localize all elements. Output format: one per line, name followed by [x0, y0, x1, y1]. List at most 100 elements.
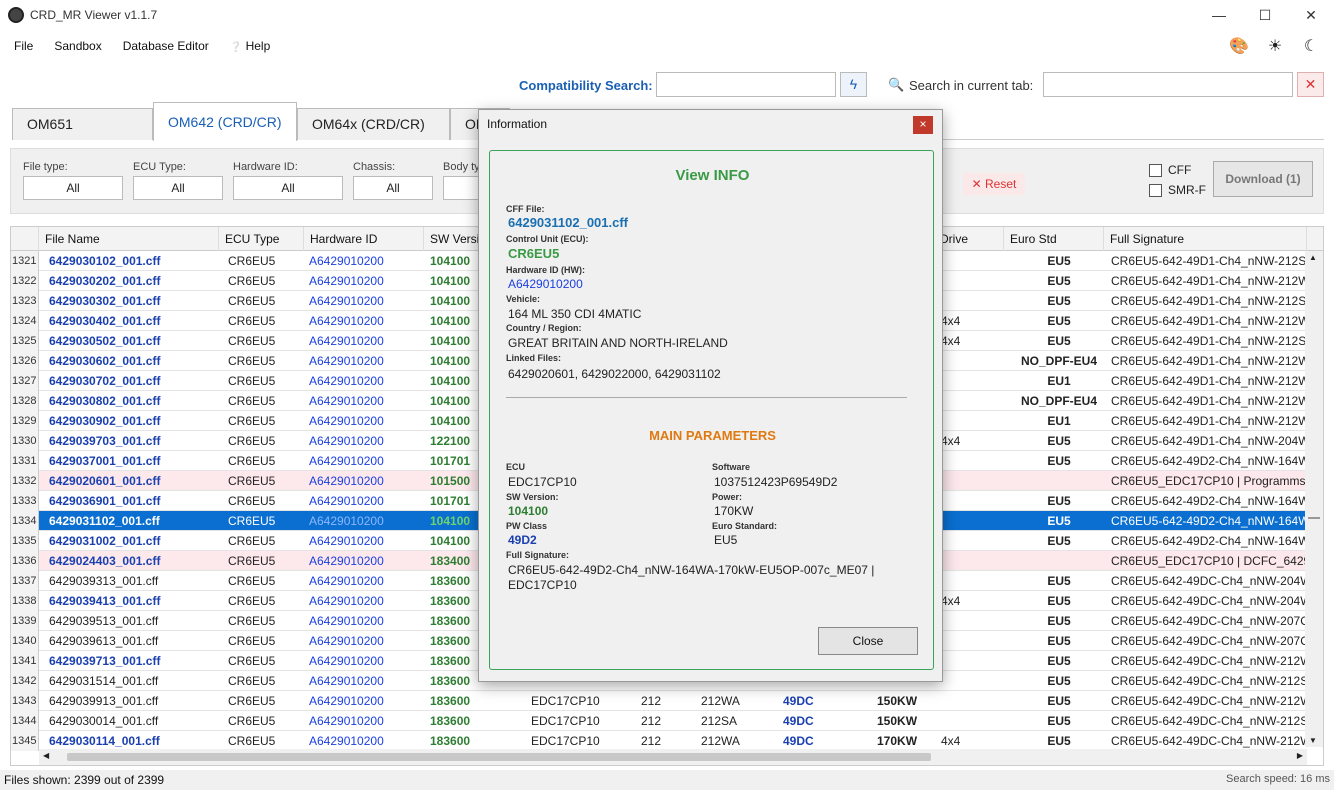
param-software-label: Software: [712, 462, 751, 472]
cff-checkbox[interactable]: CFF: [1149, 163, 1191, 177]
cell-ecu: CR6EU5: [228, 474, 276, 488]
files-shown-text: Files shown: 2399 out of 2399: [4, 773, 165, 787]
cell-ecu: CR6EU5: [228, 394, 276, 408]
sun-icon[interactable]: ☀: [1264, 36, 1286, 56]
menu-database-editor[interactable]: Database Editor: [116, 39, 216, 53]
cell-power: 170KW: [877, 734, 918, 748]
cell-sig: CR6EU5-642-49DC-Ch4_nNW-204WS: [1111, 594, 1307, 608]
row-number: 1334: [11, 511, 39, 531]
cell-drive: [941, 451, 1001, 471]
close-window-button[interactable]: ✕: [1288, 0, 1334, 30]
menu-help[interactable]: ❔ Help: [223, 39, 277, 53]
cell-ecu: CR6EU5: [228, 314, 276, 328]
filter-hardware-id: Hardware ID: All: [233, 161, 343, 200]
cell-body: 212SA: [701, 714, 738, 728]
minimize-button[interactable]: —: [1196, 0, 1242, 30]
cell-drive: [941, 471, 1001, 491]
cell-ecu: CR6EU5: [228, 614, 276, 628]
compat-search-input[interactable]: [656, 72, 836, 97]
cell-euro: EU5: [1047, 434, 1071, 448]
header-drive[interactable]: Drive: [934, 227, 1004, 251]
header-euro-std[interactable]: Euro Std: [1004, 227, 1104, 251]
header-ecu-type[interactable]: ECU Type: [219, 227, 304, 251]
horizontal-scrollbar[interactable]: ◀ ▶: [39, 749, 1307, 765]
search-speed-text: Search speed: 16 ms: [1226, 773, 1330, 785]
cell-ecu: CR6EU5: [228, 634, 276, 648]
tab-search-input[interactable]: [1043, 72, 1293, 97]
row-number: 1330: [11, 431, 39, 451]
cell-ecu: CR6EU5: [228, 354, 276, 368]
table-row[interactable]: 1344 6429030014_001.cff CR6EU5 A6429010200 1…: [11, 711, 1307, 731]
tab-om642[interactable]: OM642 (CRD/CR): [153, 102, 297, 141]
cell-euro: EU5: [1047, 614, 1071, 628]
header-hardware-id[interactable]: Hardware ID: [304, 227, 424, 251]
cell-file: 6429031102_001.cff: [49, 514, 160, 528]
row-number: 1339: [11, 611, 39, 631]
cell-sig: CR6EU5-642-49D2-Ch4_nNW-164WA: [1111, 494, 1307, 508]
smr-f-checkbox[interactable]: SMR-F: [1149, 183, 1206, 197]
cell-sig: CR6EU5-642-49D2-Ch4_nNW-164WA: [1111, 534, 1307, 548]
cell-file: 6429020601_001.cff: [49, 474, 161, 488]
ecu-type-select[interactable]: All: [133, 176, 223, 200]
search-row: Compatibility Search: ϟ 🔍 Search in curr…: [0, 72, 1334, 98]
download-button[interactable]: Download (1): [1213, 161, 1313, 197]
hardware-id-select[interactable]: All: [233, 176, 343, 200]
menu-file[interactable]: File: [7, 39, 40, 53]
scroll-down-icon[interactable]: ▼: [1309, 736, 1317, 745]
cell-file: 6429030114_001.cff: [49, 734, 160, 748]
cell-file: 6429037001_001.cff: [49, 454, 161, 468]
cell-file: 6429030202_001.cff: [49, 274, 161, 288]
cell-ecu: CR6EU5: [228, 254, 276, 268]
cell-drive: [941, 631, 1001, 651]
cell-file: 6429039703_001.cff: [49, 434, 161, 448]
scroll-left-icon[interactable]: ◀: [43, 751, 49, 760]
moon-icon[interactable]: ☾: [1300, 36, 1322, 56]
cell-hw: A6429010200: [309, 454, 384, 468]
file-type-select[interactable]: All: [23, 176, 123, 200]
header-full-signature[interactable]: Full Signature: [1104, 227, 1307, 251]
cell-euro: EU5: [1047, 294, 1071, 308]
scroll-thumb[interactable]: [67, 753, 931, 761]
cell-sig: CR6EU5-642-49DC-Ch4_nNW-212WA: [1111, 734, 1307, 748]
cell-pw: 49DC: [783, 734, 814, 748]
cell-drive: [941, 551, 1001, 571]
cell-sig: CR6EU5-642-49D1-Ch4_nNW-204WS: [1111, 434, 1307, 448]
vertical-scrollbar[interactable]: ▲ ▼: [1305, 251, 1323, 747]
cell-hw: A6429010200: [309, 574, 384, 588]
body-type-select[interactable]: [443, 176, 483, 200]
compat-search-button[interactable]: ϟ: [840, 72, 867, 97]
cell-sig: CR6EU5-642-49DC-Ch4_nNW-207CA-: [1111, 614, 1307, 628]
palette-icon[interactable]: 🎨: [1228, 36, 1250, 56]
maximize-button[interactable]: ☐: [1242, 0, 1288, 30]
cell-sig: CR6EU5-642-49D2-Ch4_nNW-164WA: [1111, 514, 1307, 528]
cell-hw: A6429010200: [309, 594, 384, 608]
cell-file: 6429039613_001.cff: [49, 634, 159, 648]
table-row[interactable]: 1345 6429030114_001.cff CR6EU5 A6429010200 1…: [11, 731, 1307, 751]
menu-sandbox[interactable]: Sandbox: [47, 39, 108, 53]
table-row[interactable]: 1343 6429039913_001.cff CR6EU5 A6429010200 1…: [11, 691, 1307, 711]
clear-search-button[interactable]: ✕: [1297, 72, 1324, 97]
scroll-up-icon[interactable]: ▲: [1309, 253, 1317, 262]
cell-euro: EU5: [1047, 534, 1071, 548]
tab-om651[interactable]: OM651 (CRD/CR): [12, 108, 153, 162]
cell-drive: [941, 411, 1001, 431]
header-file-name[interactable]: File Name: [39, 227, 219, 251]
cell-hw: A6429010200: [309, 314, 384, 328]
cell-file: 6429030602_001.cff: [49, 354, 161, 368]
scroll-thumb[interactable]: [1308, 517, 1320, 519]
tab-om64x[interactable]: OM64x (CRD/CR): [297, 108, 450, 140]
chassis-select[interactable]: All: [353, 176, 433, 200]
param-signature-value-line2: EDC17CP10: [508, 578, 577, 592]
row-number: 1340: [11, 631, 39, 651]
filter-label: ECU Type:: [133, 161, 186, 173]
reset-button[interactable]: ✕ Reset: [963, 173, 1025, 195]
country-label: Country / Region:: [506, 323, 582, 333]
cell-ecu: CR6EU5: [228, 594, 276, 608]
cell-hw: A6429010200: [309, 394, 384, 408]
row-number: 1324: [11, 311, 39, 331]
scroll-right-icon[interactable]: ▶: [1297, 751, 1303, 760]
cell-sig: CR6EU5-642-49DC-Ch4_nNW-207CA-: [1111, 634, 1307, 648]
dialog-close-x-button[interactable]: ×: [913, 116, 933, 134]
cell-cls: 212: [641, 694, 662, 708]
dialog-close-button[interactable]: Close: [818, 627, 918, 655]
